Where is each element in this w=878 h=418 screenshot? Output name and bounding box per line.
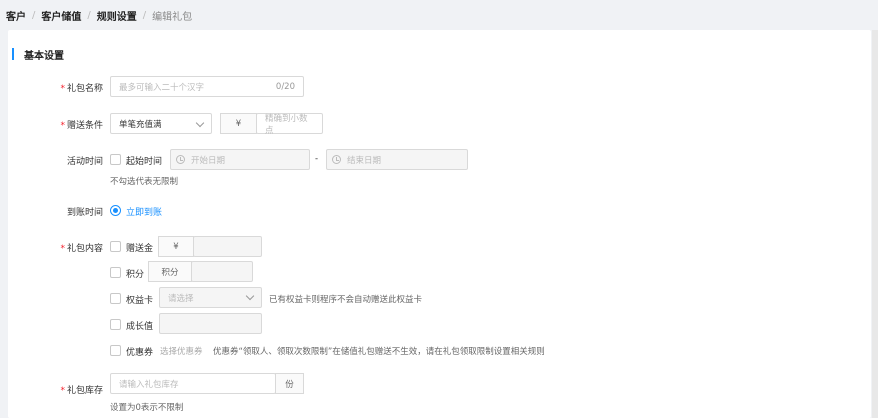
points-input[interactable] (191, 261, 253, 282)
arrival-immediate-radio[interactable] (110, 205, 121, 216)
content-label: * 礼包内容 (60, 244, 103, 254)
gift-name-input[interactable]: 最多可输入二十个汉字 0/20 (110, 76, 304, 97)
benefit-card-hint: 已有权益卡则程序不会自动赠送此权益卡 (269, 295, 423, 305)
start-date-input[interactable]: 开始日期 (170, 149, 310, 170)
stock-placeholder: 请输入礼包库存 (119, 379, 179, 390)
coupon-label: 优惠券 (126, 348, 154, 358)
gift-money-label: 赠送金 (126, 244, 154, 254)
breadcrumb-separator: / (32, 9, 36, 21)
breadcrumb-item-rule-settings[interactable]: 规则设置 (97, 8, 137, 23)
end-date-input[interactable]: 结束日期 (326, 149, 468, 170)
clock-icon (332, 155, 341, 164)
currency-addon: ¥ (220, 113, 257, 134)
breadcrumb-item-customer[interactable]: 客户 (6, 8, 26, 23)
coupon-hint: 优惠券“领取人、领取次数限制”在储值礼包赠送不生效，请在礼包领取限制设置相关规则 (213, 347, 545, 357)
section-title-text: 基本设置 (24, 50, 64, 62)
breadcrumb-item-edit-gift: 编辑礼包 (152, 11, 193, 23)
condition-amount-placeholder: 精确到小数点 (265, 113, 308, 136)
growth-label: 成长值 (126, 322, 154, 332)
benefit-card-label: 权益卡 (126, 296, 154, 306)
coupon-checkbox[interactable] (110, 345, 121, 356)
end-date-placeholder: 结束日期 (347, 155, 382, 166)
stock-input[interactable]: 请输入礼包库存 (110, 373, 276, 394)
arrival-time-label: 到账时间 (66, 208, 103, 218)
gift-money-checkbox[interactable] (110, 241, 121, 252)
activity-time-label: 活动时间 (66, 157, 103, 167)
breadcrumb-item-stored-value[interactable]: 客户储值 (41, 8, 81, 23)
condition-select-value: 单笔充值满 (119, 119, 162, 130)
section-title: 基本设置 (12, 48, 64, 62)
breadcrumb-separator: / (87, 9, 91, 21)
points-checkbox[interactable] (110, 267, 121, 278)
points-addon: 积分 (148, 261, 192, 282)
stock-unit-addon: 份 (275, 373, 304, 394)
select-coupon-link[interactable]: 选择优惠券 (160, 345, 203, 357)
clock-icon (176, 155, 185, 164)
gift-money-input[interactable] (193, 236, 262, 257)
gift-money-currency-addon: ¥ (158, 236, 194, 257)
scrollbar[interactable] (872, 30, 878, 418)
stock-hint: 设置为0表示不限制 (110, 403, 184, 413)
start-date-placeholder: 开始日期 (191, 155, 226, 166)
activity-time-hint: 不勾选代表无限制 (110, 177, 179, 187)
form-card: 基本设置 * 礼包名称 最多可输入二十个汉字 0/20 * 赠送条件 单笔充值满 ¥… (8, 30, 871, 418)
benefit-card-placeholder: 请选择 (168, 293, 194, 304)
condition-label: * 赠送条件 (60, 121, 103, 131)
condition-amount-input[interactable]: 精确到小数点 (256, 113, 323, 136)
gift-name-counter: 0/20 (275, 81, 295, 92)
arrival-immediate-label[interactable]: 立即到账 (126, 205, 162, 218)
gift-name-placeholder: 最多可输入二十个汉字 (119, 82, 205, 93)
stock-label: * 礼包库存 (60, 386, 103, 396)
start-time-checkbox-label: 起始时间 (126, 157, 163, 167)
gift-name-label: * 礼包名称 (60, 84, 103, 94)
section-accent-bar (12, 48, 14, 60)
points-label: 积分 (126, 270, 145, 280)
growth-checkbox[interactable] (110, 319, 121, 330)
date-separator: - (315, 154, 319, 164)
growth-input[interactable] (159, 313, 262, 334)
start-time-checkbox[interactable] (110, 154, 121, 165)
benefit-card-checkbox[interactable] (110, 293, 121, 304)
breadcrumb-separator: / (142, 9, 147, 21)
breadcrumb: 客户 / 客户储值 / 规则设置 / 编辑礼包 (6, 8, 193, 23)
